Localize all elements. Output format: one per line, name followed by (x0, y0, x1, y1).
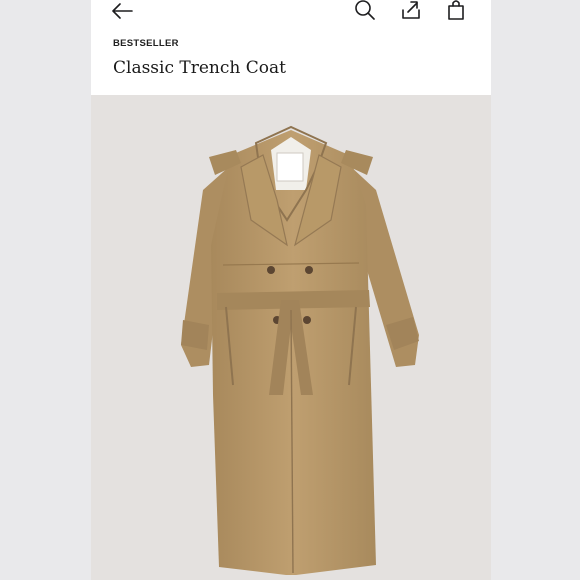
back-button[interactable] (107, 0, 137, 24)
product-title: Classic Trench Coat (113, 58, 286, 78)
bestseller-badge: BESTSELLER (113, 38, 179, 49)
trench-coat-illustration (181, 125, 419, 575)
search-icon (355, 0, 375, 20)
search-button[interactable] (350, 0, 380, 24)
shopping-bag-button[interactable] (441, 0, 471, 24)
top-nav-bar (91, 0, 491, 30)
product-page: BESTSELLER Classic Trench Coat (91, 0, 491, 580)
product-image[interactable] (91, 95, 491, 580)
share-icon (402, 1, 420, 19)
shopping-bag-icon (448, 0, 464, 20)
share-button[interactable] (396, 0, 426, 24)
arrow-left-icon (112, 3, 133, 19)
left-cuff (181, 320, 209, 350)
coat-label (276, 152, 304, 182)
